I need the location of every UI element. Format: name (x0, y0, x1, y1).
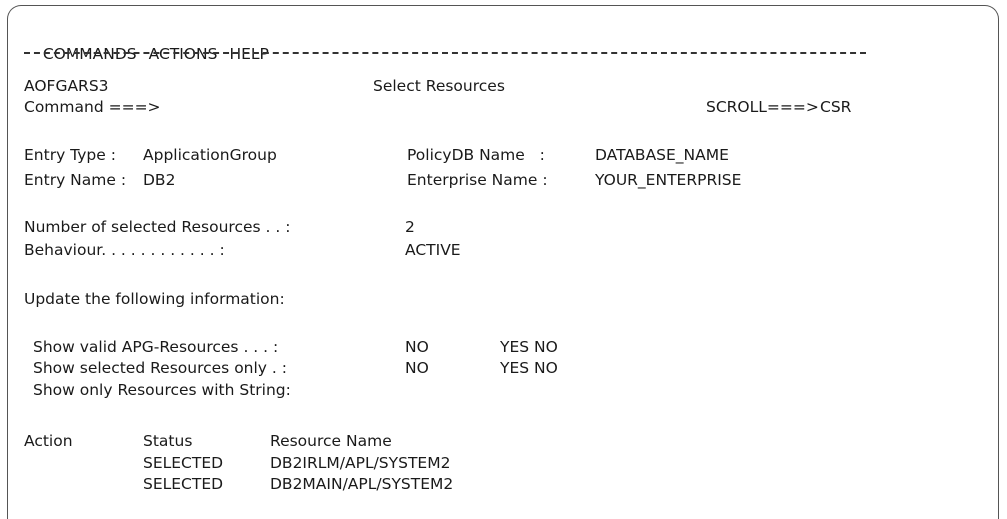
menu-help[interactable]: HELP (229, 45, 268, 63)
entry-type-label: Entry Type : (24, 146, 116, 164)
scroll-value[interactable]: CSR (820, 97, 851, 117)
row-resource-name: DB2MAIN/APL/SYSTEM2 (270, 475, 454, 493)
entry-type-value: ApplicationGroup (143, 146, 277, 164)
column-header-action: Action (24, 432, 73, 450)
panel-title: Select Resources (373, 77, 505, 95)
option-valid-apg-input[interactable]: NO (405, 337, 429, 357)
option-selected-only-choices: YES NO (500, 359, 558, 377)
row-status: SELECTED (143, 475, 224, 493)
behaviour-label: Behaviour. . . . . . . . . . . . : (24, 241, 225, 259)
row-status: SELECTED (143, 454, 224, 472)
option-valid-apg-choices: YES NO (500, 338, 558, 356)
selected-count-value: 2 (405, 218, 415, 236)
menu-bar: COMMANDS ACTIONS HELP (33, 24, 281, 64)
column-header-status: Status (143, 432, 193, 450)
menu-separator (24, 52, 866, 54)
menu-actions[interactable]: ACTIONS (149, 45, 218, 63)
option-valid-apg-label: Show valid APG-Resources . . . : (33, 338, 279, 356)
scroll-label: SCROLL===> (706, 98, 819, 116)
update-heading: Update the following information: (24, 290, 285, 308)
entry-name-label: Entry Name : (24, 171, 127, 189)
option-string-label: Show only Resources with String: (33, 381, 291, 399)
command-input[interactable] (107, 97, 627, 117)
behaviour-value: ACTIVE (405, 241, 461, 259)
panel-id: AOFGARS3 (24, 77, 109, 95)
selected-count-label: Number of selected Resources . . : (24, 218, 291, 236)
option-selected-only-label: Show selected Resources only . : (33, 359, 287, 377)
policydb-value: DATABASE_NAME (595, 146, 729, 164)
enterprise-label: Enterprise Name : (407, 171, 548, 189)
option-selected-only-input[interactable]: NO (405, 358, 429, 378)
entry-name-value: DB2 (143, 171, 176, 189)
row-resource-name: DB2IRLM/APL/SYSTEM2 (270, 454, 451, 472)
policydb-label: PolicyDB Name : (407, 146, 545, 164)
enterprise-value: YOUR_ENTERPRISE (595, 171, 742, 189)
column-header-resource: Resource Name (270, 432, 392, 450)
menu-commands[interactable]: COMMANDS (43, 45, 137, 63)
